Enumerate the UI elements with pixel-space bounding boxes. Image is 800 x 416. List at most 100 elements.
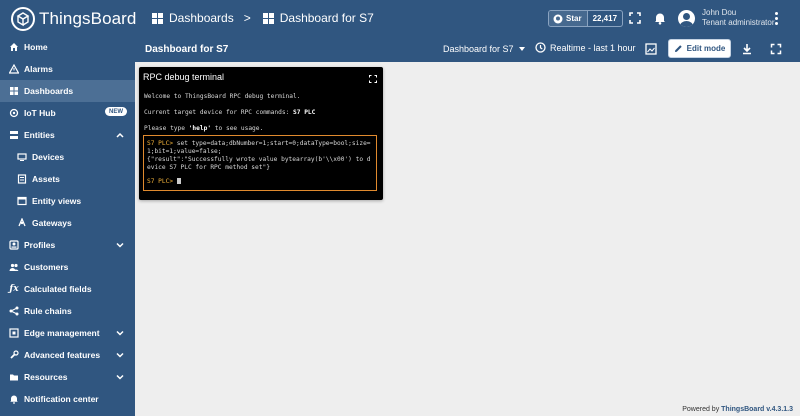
welcome-line: Welcome to ThingsBoard RPC debug termina… (144, 93, 301, 100)
chevron-down-icon (116, 374, 124, 380)
sidebar-item-label: Advanced features (24, 350, 101, 360)
home-icon (9, 42, 19, 52)
devices-icon (17, 152, 27, 162)
new-badge: NEW (105, 107, 127, 116)
gateways-icon (17, 218, 27, 228)
edit-mode-button[interactable]: Edit mode (668, 39, 731, 58)
github-star-label: Star (566, 14, 582, 23)
user-role: Tenant administrator (702, 18, 775, 27)
sidebar-item-entities[interactable]: Entities (0, 124, 135, 146)
profiles-icon (9, 240, 19, 250)
sidebar-item-label: Gateways (32, 218, 72, 228)
sidebar-item-label: Rule chains (24, 306, 72, 316)
iot-hub-icon (9, 108, 19, 118)
sidebar-item-label: Dashboards (24, 86, 74, 96)
cursor (176, 178, 181, 184)
sidebar-item-assets[interactable]: Assets (0, 168, 135, 190)
rule-chains-icon (9, 306, 19, 316)
edit-mode-label: Edit mode (686, 44, 726, 53)
sidebar-item-label: Devices (32, 152, 65, 162)
assets-icon (17, 174, 27, 184)
sidebar-item-gateways[interactable]: Gateways (0, 212, 135, 234)
dropdown-caret-icon (518, 47, 525, 51)
bell-icon (9, 394, 19, 404)
sidebar-item-label: Edge management (24, 328, 100, 338)
command-line: S7 PLC> set type=data;dbNumber=1;start=0… (147, 140, 371, 155)
dashboards-icon (9, 86, 19, 96)
dashboard-state-select[interactable]: Dashboard for S7 (443, 44, 525, 54)
customers-icon (9, 262, 19, 272)
sidebar-item-resources[interactable]: Resources (0, 366, 135, 388)
function-icon: ƒx (9, 284, 19, 294)
command-box: S7 PLC> set type=data;dbNumber=1;start=0… (143, 135, 377, 191)
chevron-up-icon (116, 132, 124, 138)
fullscreen-icon[interactable] (369, 75, 377, 83)
footer-brand-link[interactable]: ThingsBoard (721, 406, 764, 413)
chevron-down-icon (116, 352, 124, 358)
pencil-icon (674, 45, 682, 52)
sidebar-item-dashboards[interactable]: Dashboards (0, 80, 135, 102)
prompt-line[interactable]: S7 PLC> (147, 178, 373, 186)
sidebar: Home Alarms Dashboards IoT Hub NEW Entit… (0, 36, 135, 416)
sidebar-item-label: Customers (24, 262, 69, 272)
sidebar-item-label: Entity views (32, 196, 82, 206)
breadcrumb-separator: > (243, 11, 251, 25)
terminal-output[interactable]: Welcome to ThingsBoard RPC debug termina… (144, 93, 380, 133)
sidebar-item-profiles[interactable]: Profiles (0, 234, 135, 256)
breadcrumb-dashboards[interactable]: Dashboards (169, 11, 234, 25)
sidebar-item-label: Home (24, 42, 48, 52)
sidebar-item-iot-hub[interactable]: IoT Hub NEW (0, 102, 135, 124)
usage-line: Please type 'help' to see usage. (144, 125, 264, 132)
thingsboard-logo-icon (11, 7, 35, 31)
github-star-button[interactable]: Star 22,417 (548, 10, 624, 27)
sidebar-item-home[interactable]: Home (0, 36, 135, 58)
user-menu[interactable]: John Dou Tenant administrator (678, 8, 774, 28)
fullscreen-icon[interactable] (770, 43, 782, 55)
user-name: John Dou (702, 8, 737, 17)
timewindow-label: Realtime - last 1 hour (550, 42, 636, 53)
entity-views-icon (17, 196, 27, 206)
dashboards-icon (152, 12, 163, 24)
sidebar-item-label: Calculated fields (24, 284, 92, 294)
download-icon[interactable] (741, 43, 753, 55)
sidebar-item-advanced-features[interactable]: Advanced features (0, 344, 135, 366)
avatar (678, 9, 695, 27)
command-result: {"result":"Successfully wrote value byte… (147, 156, 371, 171)
notifications-bell-icon[interactable] (653, 11, 667, 25)
dashboard-icon (262, 12, 274, 24)
target-line: Current target device for RPC commands: … (144, 109, 316, 116)
chevron-down-icon (116, 242, 124, 248)
github-icon (553, 14, 563, 23)
sidebar-item-label: Profiles (24, 240, 56, 250)
breadcrumb-current: Dashboard for S7 (279, 11, 374, 25)
sidebar-item-alarms[interactable]: Alarms (0, 58, 135, 80)
sidebar-item-rule-chains[interactable]: Rule chains (0, 300, 135, 322)
github-star-count: 22,417 (586, 11, 622, 26)
sidebar-item-devices[interactable]: Devices (0, 146, 135, 168)
filter-image-icon[interactable] (645, 43, 657, 55)
edge-icon (9, 328, 19, 338)
app-name: ThingsBoard (39, 9, 137, 28)
alarm-icon (9, 64, 19, 74)
breadcrumb: Dashboards > Dashboard for S7 (152, 11, 374, 25)
footer: Powered by ThingsBoard v.4.3.1.3 (682, 406, 793, 413)
sidebar-item-calculated-fields[interactable]: ƒx Calculated fields (0, 278, 135, 300)
sidebar-item-label: Notification center (24, 394, 99, 404)
sidebar-item-entity-views[interactable]: Entity views (0, 190, 135, 212)
top-bar: ThingsBoard Dashboards > Dashboard for S… (0, 0, 800, 36)
entities-icon (9, 130, 19, 140)
dashboard-title: Dashboard for S7 (145, 44, 229, 55)
app-logo[interactable]: ThingsBoard (10, 6, 137, 32)
timewindow-button[interactable]: Realtime - last 1 hour (535, 42, 636, 53)
rpc-debug-terminal-widget: RPC debug terminal Welcome to ThingsBoar… (139, 67, 383, 200)
more-options-icon[interactable] (775, 12, 779, 26)
sidebar-item-customers[interactable]: Customers (0, 256, 135, 278)
folder-icon (9, 372, 19, 382)
fullscreen-icon[interactable] (628, 11, 642, 25)
sidebar-item-label: IoT Hub (24, 108, 56, 118)
dashboard-state-value: Dashboard for S7 (443, 44, 514, 54)
sidebar-item-notification-center[interactable]: Notification center (0, 388, 135, 410)
sidebar-item-label: Entities (24, 130, 55, 140)
dashboard-toolbar: Dashboard for S7 Dashboard for S7 Realti… (135, 36, 800, 62)
sidebar-item-edge-management[interactable]: Edge management (0, 322, 135, 344)
